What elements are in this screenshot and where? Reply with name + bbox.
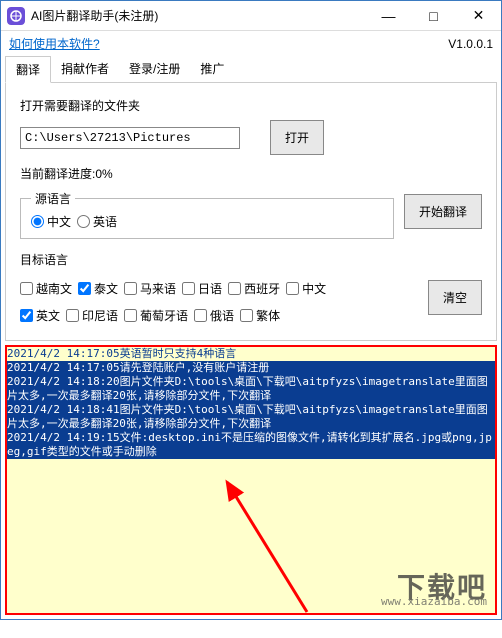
tab-donate[interactable]: 捐献作者 [51,56,119,82]
log-line[interactable]: 2021/4/2 14:19:15文件:desktop.ini不是压缩的图像文件… [7,431,495,459]
check-英文[interactable]: 英文 [20,307,60,324]
check-越南文[interactable]: 越南文 [20,280,72,297]
watermark-text: 下载吧 [381,581,487,595]
check-繁体[interactable]: 繁体 [240,307,280,324]
topbar: 如何使用本软件? V1.0.0.1 [1,31,501,56]
folder-path-input[interactable] [20,127,240,149]
clear-button[interactable]: 清空 [428,280,482,315]
watermark: 下载吧 www.xiazaiba.com [381,581,487,609]
close-button[interactable]: ✕ [456,1,501,31]
radio-english[interactable]: 英语 [77,213,117,230]
progress-value: 0% [95,167,112,181]
log-line[interactable]: 2021/4/2 14:18:20图片文件夹D:\tools\桌面\下载吧\ai… [7,375,495,403]
source-lang-fieldset: 源语言 中文 英语 [20,190,394,239]
maximize-button[interactable]: □ [411,1,456,31]
tab-login[interactable]: 登录/注册 [119,56,190,82]
radio-chinese[interactable]: 中文 [31,213,71,230]
target-lang-row1: 越南文泰文马来语日语西班牙中文 [20,280,418,297]
annotation-arrow-icon [207,472,327,615]
source-lang-legend: 源语言 [31,190,75,207]
tab-translate[interactable]: 翻译 [5,56,51,83]
app-icon [7,7,25,25]
tabs: 翻译 捐献作者 登录/注册 推广 [5,56,497,83]
check-西班牙[interactable]: 西班牙 [228,280,280,297]
target-lang-row2: 英文印尼语葡萄牙语俄语繁体 [20,307,418,324]
help-link[interactable]: 如何使用本软件? [9,35,100,52]
check-俄语[interactable]: 俄语 [194,307,234,324]
log-line[interactable]: 2021/4/2 14:17:05英语暂时只支持4种语言 [7,347,495,361]
log-line[interactable]: 2021/4/2 14:17:05请先登陆账户,没有账户请注册 [7,361,495,375]
start-translate-button[interactable]: 开始翻译 [404,194,482,229]
minimize-button[interactable]: — [366,1,411,31]
check-中文[interactable]: 中文 [286,280,326,297]
check-葡萄牙语[interactable]: 葡萄牙语 [124,307,188,324]
window-title: AI图片翻译助手(未注册) [31,7,366,24]
main-panel: 打开需要翻译的文件夹 打开 当前翻译进度:0% 源语言 中文 英语 开始翻译 目… [5,83,497,341]
check-日语[interactable]: 日语 [182,280,222,297]
check-马来语[interactable]: 马来语 [124,280,176,297]
titlebar: AI图片翻译助手(未注册) — □ ✕ [1,1,501,31]
log-line[interactable]: 2021/4/2 14:18:41图片文件夹D:\tools\桌面\下载吧\ai… [7,403,495,431]
watermark-url: www.xiazaiba.com [381,595,487,609]
progress-label: 当前翻译进度:0% [20,165,482,182]
check-泰文[interactable]: 泰文 [78,280,118,297]
version-label: V1.0.0.1 [448,37,493,51]
log-panel[interactable]: 2021/4/2 14:17:05英语暂时只支持4种语言2021/4/2 14:… [5,345,497,615]
check-印尼语[interactable]: 印尼语 [66,307,118,324]
target-lang-label: 目标语言 [20,251,482,268]
open-button[interactable]: 打开 [270,120,324,155]
tab-promote[interactable]: 推广 [190,56,234,82]
app-window: AI图片翻译助手(未注册) — □ ✕ 如何使用本软件? V1.0.0.1 翻译… [0,0,502,620]
open-folder-label: 打开需要翻译的文件夹 [20,97,482,114]
